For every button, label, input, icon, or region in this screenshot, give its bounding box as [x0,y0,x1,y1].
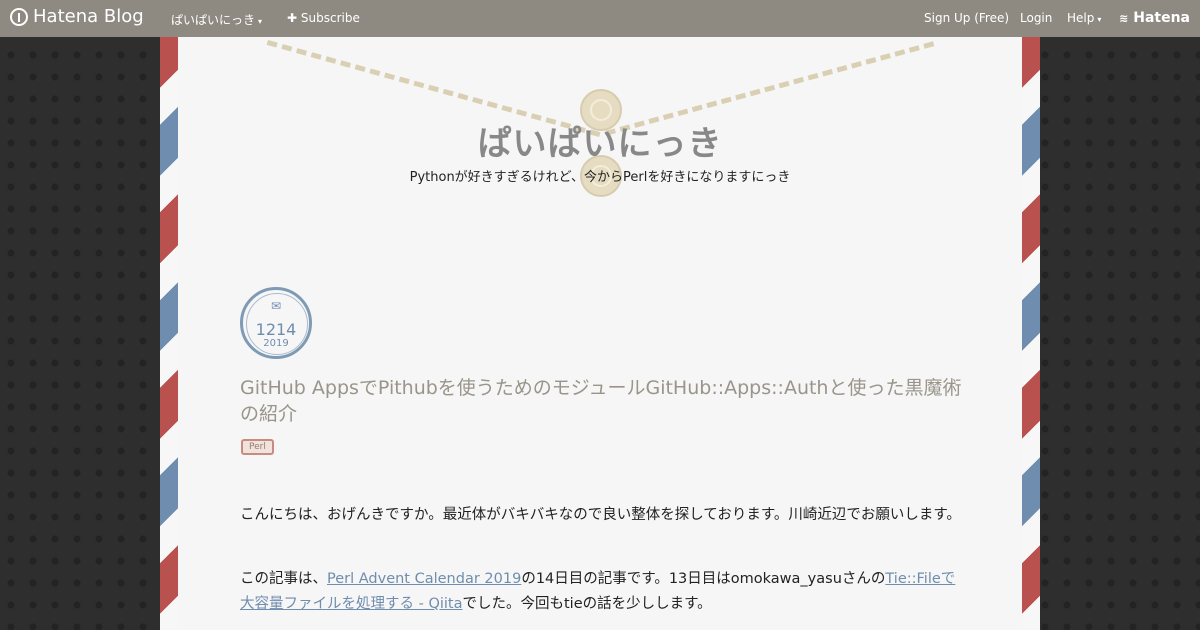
subscribe-button[interactable]: ✚ Subscribe [287,11,360,25]
hatena-link[interactable]: ≋ Hatena [1119,10,1190,26]
category-tag[interactable]: Perl [241,439,274,455]
plus-icon: ✚ [287,11,298,25]
login-link[interactable]: Login [1020,11,1052,25]
entry-title[interactable]: GitHub AppsでPithubを使うためのモジュールGitHub::App… [240,375,970,427]
advent-calendar-link[interactable]: Perl Advent Calendar 2019 [327,571,521,587]
blog-menu-label: ぱいぱいにっき [171,13,256,27]
entry-date-year: 2019 [263,338,289,349]
subscribe-label: Subscribe [300,11,360,25]
global-header: Hatena Blog ぱいぱいにっき ▾ ✚ Subscribe Sign Up… [0,0,1200,37]
blog-menu[interactable]: ぱいぱいにっき ▾ [171,11,262,28]
hatena-icon: ≋ [1119,12,1129,25]
hatena-blog-logo[interactable]: Hatena Blog [10,6,144,27]
hatena-label: Hatena [1133,10,1190,26]
entry-date-monthday: 1214 [255,320,297,339]
paragraph-text: この記事は、 [240,571,327,587]
help-menu[interactable]: Help ▾ [1067,11,1101,25]
entry-date[interactable]: ✉︎ 1214 2019 [240,287,312,359]
signup-link[interactable]: Sign Up (Free) [924,11,1009,25]
brand-label: Hatena Blog [33,6,144,27]
caret-down-icon: ▾ [258,17,263,26]
paragraph-text: でした。今回もtieの話を少しします。 [462,596,712,612]
blog-title[interactable]: ぱいぱいにっき [0,116,1200,165]
paragraph-text: の14日目の記事です。13日目はomokawa_yasuさんの [521,571,886,587]
caret-down-icon: ▾ [1097,15,1102,24]
blog-description: Pythonが好きすぎるけれど、今からPerlを好きになりますにっき [409,170,791,185]
entry-paragraph-2: この記事は、Perl Advent Calendar 2019の14日目の記事で… [240,567,965,617]
hatena-blog-icon [10,7,28,26]
help-label: Help [1067,11,1095,25]
entry-paragraph-1: こんにちは、おげんきですか。最近体がバキバキなので良い整体を探しております。川崎… [240,507,961,523]
bird-icon: ✉︎ [270,299,282,313]
